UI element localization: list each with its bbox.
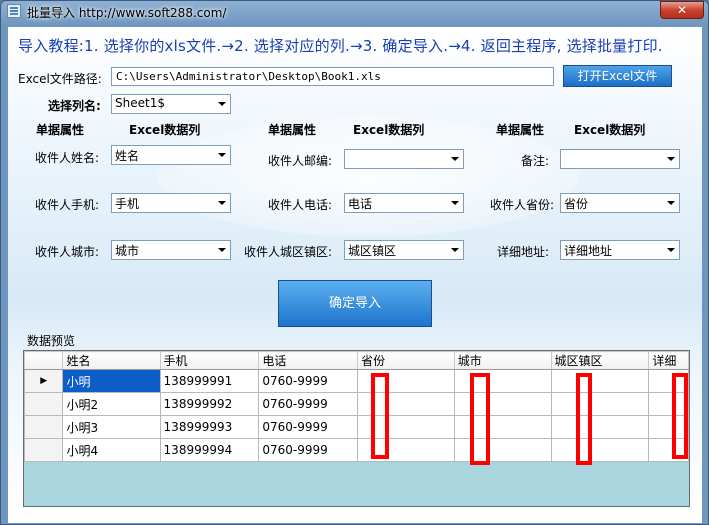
chevron-down-icon — [667, 248, 675, 252]
table-cell[interactable]: 0760-9999 — [258, 415, 359, 439]
sheet-select-value: Sheet1$ — [115, 96, 165, 110]
header-row: 姓名 手机 电话 省份 城市 城区镇区 详细 — [24, 351, 689, 370]
province-select-value: 省份 — [564, 197, 589, 211]
table-cell[interactable] — [453, 392, 552, 416]
postcode-label: 收件人邮编: — [268, 154, 333, 168]
province-select[interactable]: 省份 — [560, 193, 680, 213]
chevron-down-icon — [451, 201, 459, 205]
table-cell[interactable]: 0760-9999 — [258, 392, 359, 416]
table-cell[interactable] — [550, 392, 650, 416]
column-header[interactable]: 城区镇区 — [550, 351, 650, 370]
city-select-value: 城市 — [115, 244, 140, 258]
city-select[interactable]: 城市 — [111, 240, 231, 260]
row-header[interactable] — [24, 438, 64, 462]
address-select-value: 详细地址 — [564, 244, 613, 258]
import-window: 批量导入 http://www.soft288.com/ ✕ 导入教程:1. 选… — [0, 0, 709, 525]
chevron-down-icon — [667, 157, 675, 161]
open-excel-button[interactable]: 打开Excel文件 — [563, 65, 672, 87]
row-header[interactable] — [24, 415, 64, 439]
column-header[interactable]: 城市 — [453, 351, 552, 370]
column-header[interactable]: 省份 — [357, 351, 455, 370]
attr-header-2: 单据属性 — [268, 123, 317, 137]
column-header[interactable]: 姓名 — [62, 351, 161, 370]
col-header-2: Excel数据列 — [353, 123, 425, 137]
remark-label: 备注: — [521, 154, 550, 168]
name-label: 收件人姓名: — [35, 151, 100, 165]
table-cell[interactable]: 小明2 — [62, 392, 161, 416]
row-header[interactable] — [24, 392, 64, 416]
table-cell[interactable]: 138999993 — [159, 415, 260, 439]
column-header[interactable]: 手机 — [159, 351, 260, 370]
sheet-select[interactable]: Sheet1$ — [111, 94, 231, 114]
tel-select[interactable]: 电话 — [344, 193, 464, 213]
table-cell[interactable] — [550, 369, 650, 393]
table-cell[interactable]: 小明4 — [62, 438, 161, 462]
confirm-import-button[interactable]: 确定导入 — [278, 280, 432, 327]
redaction-mark — [672, 373, 688, 459]
district-label: 收件人城区镇区: — [244, 245, 333, 259]
table-cell[interactable] — [550, 438, 650, 462]
phone-select-value: 手机 — [115, 197, 140, 211]
column-header[interactable]: 详细 — [648, 351, 689, 370]
chevron-down-icon — [218, 102, 226, 106]
tel-label: 收件人电话: — [268, 198, 333, 212]
chevron-down-icon — [218, 153, 226, 157]
col-header-1: Excel数据列 — [129, 123, 201, 137]
district-select[interactable]: 城区镇区 — [344, 240, 464, 260]
attr-header-3: 单据属性 — [496, 123, 545, 137]
table-cell[interactable]: 小明3 — [62, 415, 161, 439]
sheet-label: 选择列名: — [48, 99, 101, 113]
postcode-select[interactable] — [344, 149, 464, 169]
row-header-corner — [24, 351, 64, 370]
data-preview-grid[interactable]: 姓名 手机 电话 省份 城市 城区镇区 详细 ▶ 小明 138999991 07 — [23, 350, 690, 507]
remark-select[interactable] — [560, 149, 680, 169]
chevron-down-icon — [451, 248, 459, 252]
table-cell[interactable] — [453, 438, 552, 462]
province-label: 收件人省份: — [490, 198, 555, 212]
table-cell[interactable] — [550, 415, 650, 439]
table-cell[interactable]: 小明 — [62, 369, 161, 393]
col-header-3: Excel数据列 — [574, 123, 646, 137]
column-header[interactable]: 电话 — [258, 351, 359, 370]
chevron-down-icon — [218, 201, 226, 205]
attr-header-1: 单据属性 — [36, 123, 85, 137]
city-label: 收件人城市: — [35, 245, 100, 259]
redaction-mark — [371, 373, 389, 459]
redaction-mark — [470, 373, 490, 465]
phone-label: 收件人手机: — [35, 198, 100, 212]
table-cell[interactable] — [453, 415, 552, 439]
table-cell[interactable]: 138999994 — [159, 438, 260, 462]
chevron-down-icon — [667, 201, 675, 205]
current-row-marker-icon: ▶ — [24, 369, 64, 393]
file-path-label: Excel文件路径: — [18, 72, 102, 86]
redaction-mark — [576, 373, 592, 465]
title-bar[interactable]: 批量导入 http://www.soft288.com/ ✕ — [1, 1, 708, 23]
name-select-value: 姓名 — [115, 149, 140, 163]
table-cell[interactable]: 138999991 — [159, 369, 260, 393]
close-button[interactable]: ✕ — [660, 1, 704, 19]
app-icon — [7, 4, 21, 18]
address-select[interactable]: 详细地址 — [560, 240, 680, 260]
client-area: 导入教程:1. 选择你的xls文件.→2. 选择对应的列.→3. 确定导入.→4… — [8, 27, 702, 523]
tutorial-text: 导入教程:1. 选择你的xls文件.→2. 选择对应的列.→3. 确定导入.→4… — [18, 37, 663, 55]
window-title: 批量导入 http://www.soft288.com/ — [27, 6, 227, 20]
phone-select[interactable]: 手机 — [111, 193, 231, 213]
chevron-down-icon — [451, 157, 459, 161]
file-path-input[interactable]: C:\Users\Administrator\Desktop\Book1.xls — [111, 67, 554, 86]
district-select-value: 城区镇区 — [348, 244, 397, 258]
table-cell[interactable]: 0760-9999 — [258, 369, 359, 393]
table-cell[interactable]: 0760-9999 — [258, 438, 359, 462]
chevron-down-icon — [218, 248, 226, 252]
table-cell[interactable] — [453, 369, 552, 393]
name-select[interactable]: 姓名 — [111, 145, 231, 165]
tel-select-value: 电话 — [348, 197, 373, 211]
preview-label: 数据预览 — [27, 334, 76, 348]
table-cell[interactable]: 138999992 — [159, 392, 260, 416]
address-label: 详细地址: — [497, 245, 550, 259]
